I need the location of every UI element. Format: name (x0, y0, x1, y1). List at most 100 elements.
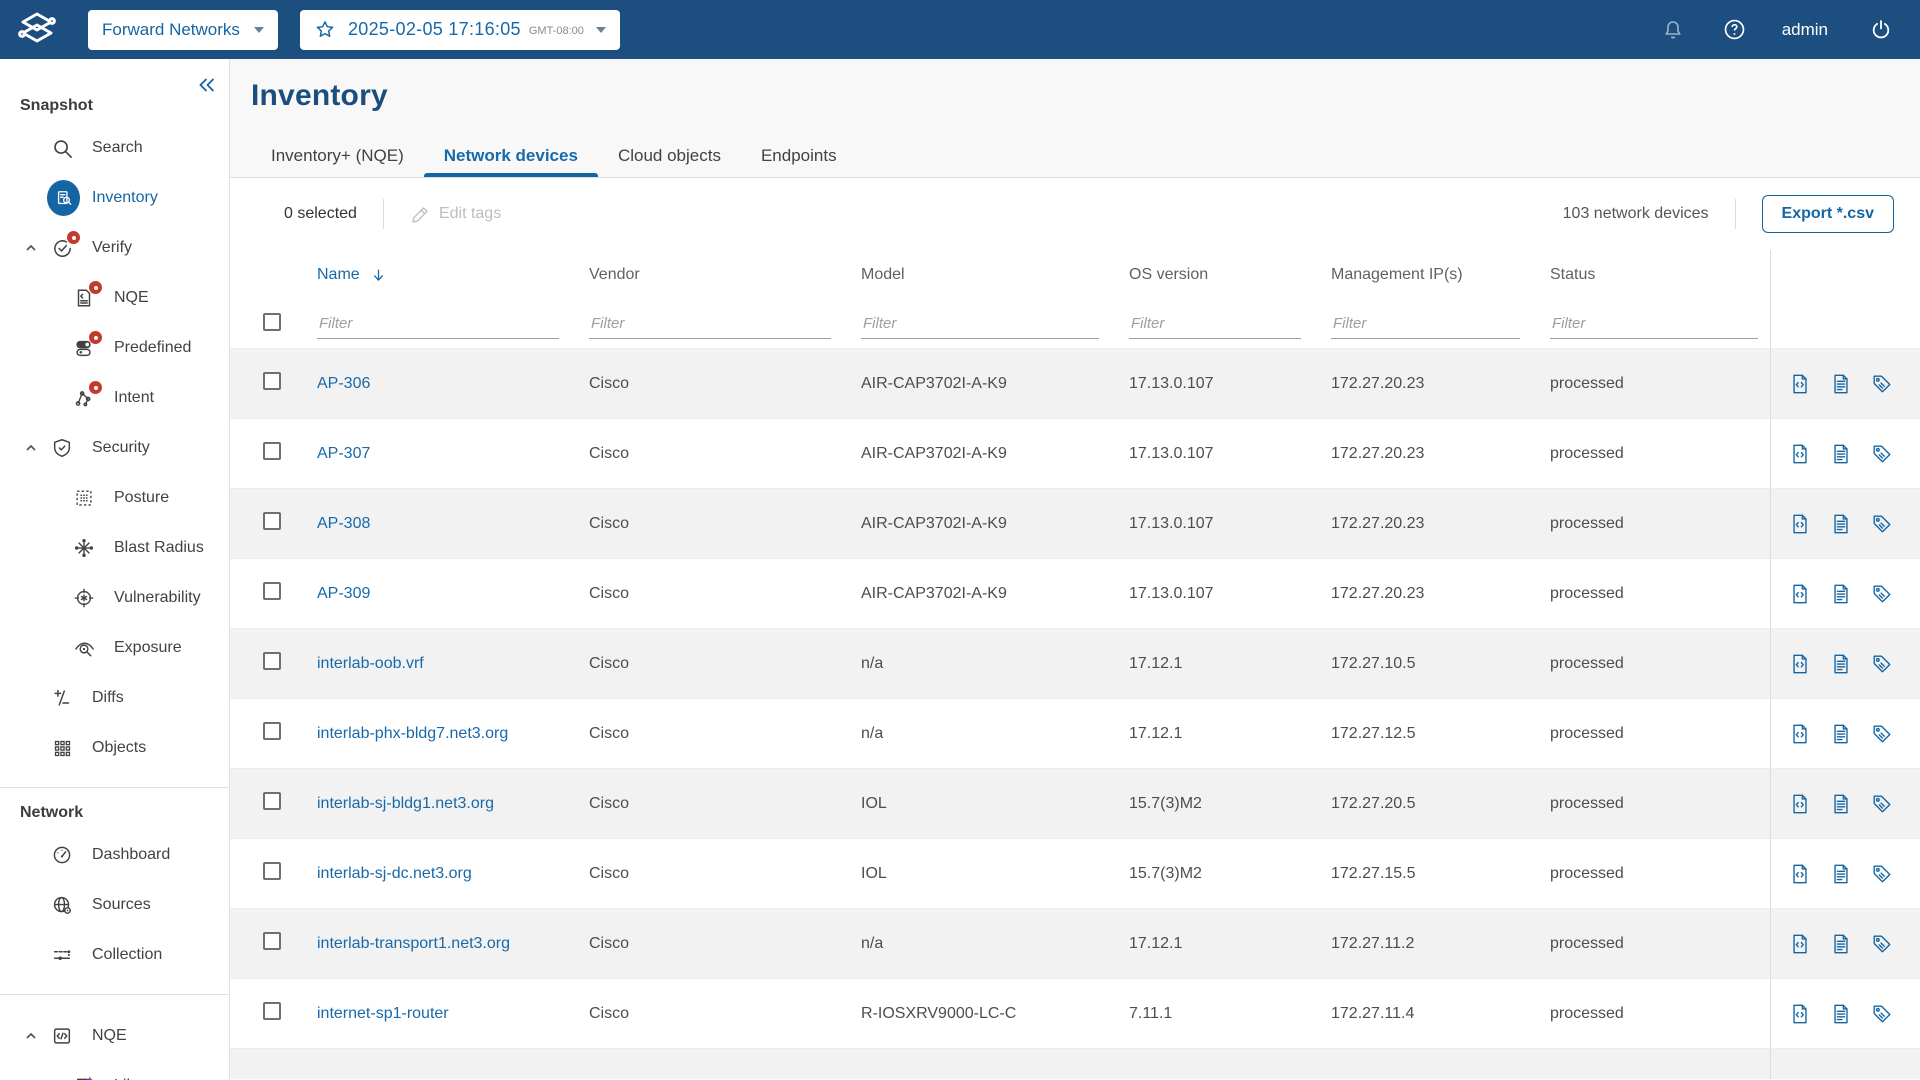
filter-input-os-version[interactable] (1129, 309, 1301, 339)
sort-descending-arrow-icon[interactable] (370, 267, 387, 284)
user-menu[interactable]: admin (1782, 20, 1828, 40)
select-all-checkbox[interactable] (263, 312, 281, 331)
sidebar-item-search[interactable]: Search (0, 123, 229, 173)
tag-icon[interactable] (1871, 513, 1893, 535)
document-icon[interactable] (1830, 863, 1852, 885)
document-icon[interactable] (1830, 1003, 1852, 1025)
device-name-link[interactable]: AP-307 (317, 445, 370, 462)
device-name-link[interactable]: AP-306 (317, 375, 370, 392)
network-selector[interactable]: Forward Networks (88, 9, 278, 50)
device-name-link[interactable]: internet-sp1-router (317, 1005, 449, 1022)
row-checkbox[interactable] (263, 792, 281, 810)
chevron-up-icon[interactable] (23, 1028, 41, 1044)
device-name-link[interactable]: interlab-sj-dc.net3.org (317, 865, 472, 882)
row-checkbox[interactable] (263, 652, 281, 670)
favorite-star-icon[interactable] (314, 19, 336, 41)
sidebar-item-collection[interactable]: Collection (0, 930, 229, 980)
alert-badge (67, 231, 80, 244)
code-file-icon[interactable] (1789, 583, 1811, 605)
help-icon[interactable] (1722, 17, 1748, 43)
sidebar-item-blast-radius[interactable]: Blast Radius (0, 523, 229, 573)
filter-input-name[interactable] (317, 309, 559, 339)
logout-power-icon[interactable] (1868, 17, 1894, 43)
sidebar-item-diffs[interactable]: Diffs (0, 673, 229, 723)
tab-cloud-objects[interactable]: Cloud objects (598, 135, 741, 177)
sidebar-item-predefined[interactable]: Predefined (0, 323, 229, 373)
document-icon[interactable] (1830, 723, 1852, 745)
sidebar-item-nqe-checks[interactable]: NQE (0, 273, 229, 323)
tab-endpoints[interactable]: Endpoints (741, 135, 857, 177)
filter-input-model[interactable] (861, 309, 1099, 339)
document-icon[interactable] (1830, 443, 1852, 465)
document-icon[interactable] (1830, 933, 1852, 955)
device-name-link[interactable]: interlab-transport1.net3.org (317, 935, 510, 952)
tag-icon[interactable] (1871, 653, 1893, 675)
sidebar-item-vulnerability[interactable]: Vulnerability (0, 573, 229, 623)
code-file-icon[interactable] (1789, 443, 1811, 465)
export-csv-button[interactable]: Export *.csv (1761, 195, 1894, 233)
code-file-icon[interactable] (1789, 373, 1811, 395)
tag-icon[interactable] (1871, 443, 1893, 465)
code-file-icon[interactable] (1789, 933, 1811, 955)
snapshot-selector[interactable]: 2025-02-05 17:16:05 GMT-08:00 (300, 9, 620, 50)
sidebar-item-posture[interactable]: Posture (0, 473, 229, 523)
code-file-icon[interactable] (1789, 513, 1811, 535)
document-icon[interactable] (1830, 513, 1852, 535)
row-checkbox[interactable] (263, 372, 281, 390)
code-file-icon[interactable] (1789, 723, 1811, 745)
tab-network-devices[interactable]: Network devices (423, 135, 599, 177)
row-checkbox[interactable] (263, 442, 281, 460)
sidebar-item-sources[interactable]: Sources (0, 880, 229, 930)
document-icon[interactable] (1830, 653, 1852, 675)
sidebar-item-security[interactable]: Security (0, 423, 229, 473)
tag-icon[interactable] (1871, 1003, 1893, 1025)
column-header-status[interactable]: Status (1550, 266, 1770, 284)
device-name-link[interactable]: AP-309 (317, 585, 370, 602)
code-file-icon[interactable] (1789, 863, 1811, 885)
tag-icon[interactable] (1871, 583, 1893, 605)
sidebar-item-library[interactable]: Library (0, 1061, 229, 1080)
code-file-icon[interactable] (1789, 793, 1811, 815)
column-header-name[interactable]: Name (317, 266, 589, 284)
tag-icon[interactable] (1871, 793, 1893, 815)
row-checkbox[interactable] (263, 512, 281, 530)
row-checkbox[interactable] (263, 862, 281, 880)
sidebar-item-dashboard[interactable]: Dashboard (0, 830, 229, 880)
code-file-icon[interactable] (1789, 1003, 1811, 1025)
code-file-icon[interactable] (1789, 653, 1811, 675)
document-icon[interactable] (1830, 793, 1852, 815)
column-header-model[interactable]: Model (861, 266, 1129, 284)
notifications-bell-icon[interactable] (1660, 17, 1686, 43)
device-name-link[interactable]: AP-308 (317, 515, 370, 532)
column-header-management-ip[interactable]: Management IP(s) (1331, 266, 1550, 284)
chevron-up-icon[interactable] (23, 240, 41, 256)
filter-input-status[interactable] (1550, 309, 1758, 339)
tab-inventory-nqe[interactable]: Inventory+ (NQE) (251, 135, 424, 177)
edit-tags-button[interactable]: Edit tags (410, 204, 501, 225)
row-checkbox[interactable] (263, 722, 281, 740)
device-name-link[interactable]: interlab-sj-bldg1.net3.org (317, 795, 494, 812)
sidebar-collapse-icon[interactable] (197, 75, 217, 95)
document-icon[interactable] (1830, 373, 1852, 395)
sidebar-item-intent[interactable]: Intent (0, 373, 229, 423)
column-header-vendor[interactable]: Vendor (589, 266, 861, 284)
sidebar-item-exposure[interactable]: Exposure (0, 623, 229, 673)
sidebar-item-nqe-section[interactable]: NQE (0, 1011, 229, 1061)
device-name-link[interactable]: interlab-oob.vrf (317, 655, 424, 672)
chevron-up-icon[interactable] (23, 440, 41, 456)
sidebar-item-inventory[interactable]: Inventory (0, 173, 229, 223)
tag-icon[interactable] (1871, 863, 1893, 885)
column-header-os-version[interactable]: OS version (1129, 266, 1331, 284)
sidebar-item-objects[interactable]: Objects (0, 723, 229, 773)
filter-input-management-ip[interactable] (1331, 309, 1520, 339)
document-icon[interactable] (1830, 583, 1852, 605)
tag-icon[interactable] (1871, 723, 1893, 745)
tag-icon[interactable] (1871, 933, 1893, 955)
row-checkbox[interactable] (263, 582, 281, 600)
device-name-link[interactable]: interlab-phx-bldg7.net3.org (317, 725, 508, 742)
sidebar-item-verify[interactable]: Verify (0, 223, 229, 273)
filter-input-vendor[interactable] (589, 309, 831, 339)
row-checkbox[interactable] (263, 932, 281, 950)
tag-icon[interactable] (1871, 373, 1893, 395)
row-checkbox[interactable] (263, 1002, 281, 1020)
